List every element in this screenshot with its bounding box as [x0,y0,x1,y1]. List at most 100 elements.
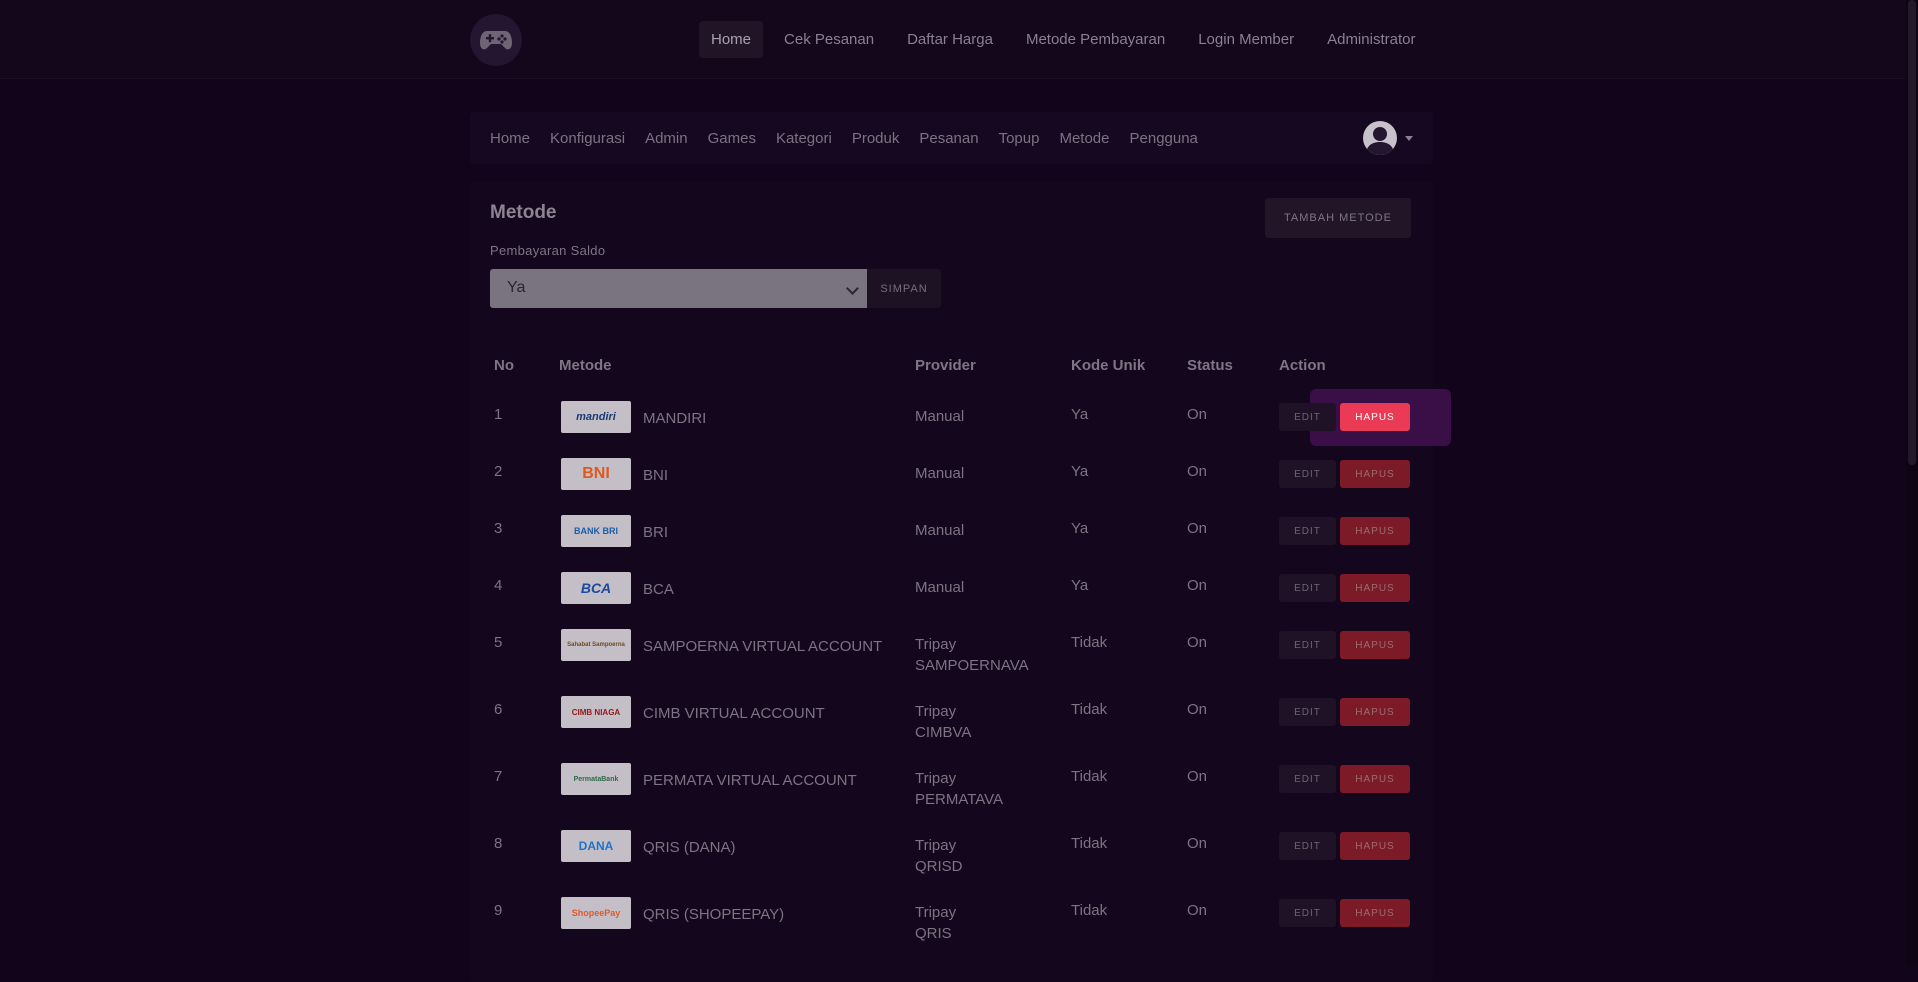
page-scrollbar[interactable] [1906,0,1918,965]
cimb-logo: CIMB NIAGA [561,696,631,728]
subnav-pengguna[interactable]: Pengguna [1120,130,1208,147]
row-method-name: QRIS (SHOPEEPAY) [643,906,785,923]
provider-name: Tripay [915,904,957,921]
edit-button[interactable]: EDIT [1279,899,1336,927]
row-provider: Manual [915,520,964,541]
sampoerna-logo: Sahabat Sampoerna [561,629,631,661]
site-logo[interactable] [470,14,522,66]
row-kode-unik: Ya [1071,463,1089,480]
provider-code: QRIS [915,925,952,942]
row-provider: Tripay QRISD [915,835,963,877]
user-menu[interactable] [1363,121,1413,155]
row-kode-unik: Tidak [1071,634,1108,651]
row-provider: Tripay CIMBVA [915,701,971,743]
row-provider: Tripay SAMPOERNAVA [915,634,1029,676]
row-status: On [1187,902,1208,919]
row-kode-unik: Tidak [1071,835,1108,852]
subnav-konfigurasi[interactable]: Konfigurasi [540,130,635,147]
shopeepay-logo: ShopeePay [561,897,631,929]
saldo-label: Pembayaran Saldo [490,243,606,258]
subnav-produk[interactable]: Produk [842,130,910,147]
nav-login-member[interactable]: Login Member [1186,21,1306,58]
edit-button[interactable]: EDIT [1279,698,1336,726]
row-method-name: QRIS (DANA) [643,839,736,856]
hapus-button[interactable]: HAPUS [1340,574,1410,602]
nav-administrator[interactable]: Administrator [1315,21,1427,58]
hapus-button[interactable]: HAPUS [1340,631,1410,659]
nav-metode-pembayaran[interactable]: Metode Pembayaran [1014,21,1177,58]
hapus-button[interactable]: HAPUS [1340,517,1410,545]
page-title: Metode [490,202,557,223]
row-method-name: SAMPOERNA VIRTUAL ACCOUNT [643,638,883,655]
edit-button[interactable]: EDIT [1279,460,1336,488]
dana-logo: DANA [561,830,631,862]
hapus-button[interactable]: HAPUS [1340,460,1410,488]
edit-button[interactable]: EDIT [1279,574,1336,602]
row-status: On [1187,634,1208,651]
row-method-name: BCA [643,581,674,598]
subnav-pesanan[interactable]: Pesanan [909,130,988,147]
provider-code: SAMPOERNAVA [915,657,1029,674]
provider-name: Manual [915,579,965,596]
provider-name: Manual [915,522,965,539]
row-kode-unik: Tidak [1071,701,1108,718]
provider-name: Tripay [915,703,957,720]
hapus-button[interactable]: HAPUS [1340,403,1410,431]
provider-name: Manual [915,465,965,482]
edit-button[interactable]: EDIT [1279,765,1336,793]
header-kode-unik: Kode Unik [1071,357,1146,374]
chevron-down-icon [846,282,859,295]
row-method-name: CIMB VIRTUAL ACCOUNT [643,705,825,722]
row-kode-unik: Ya [1071,520,1089,537]
row-status: On [1187,701,1208,718]
edit-button[interactable]: EDIT [1279,832,1336,860]
simpan-button[interactable]: SIMPAN [867,269,941,308]
hapus-button[interactable]: HAPUS [1340,698,1410,726]
row-status: On [1187,520,1208,537]
edit-button[interactable]: EDIT [1279,631,1336,659]
row-no: 4 [494,577,503,594]
provider-name: Tripay [915,770,957,787]
edit-button[interactable]: EDIT [1279,517,1336,545]
row-kode-unik: Ya [1071,406,1089,423]
mandiri-logo: mandiri [561,401,631,433]
row-method-name: BNI [643,467,669,484]
row-method-name: PERMATA VIRTUAL ACCOUNT [643,772,857,789]
table-header: No Metode Provider Kode Unik Status Acti… [470,357,1433,377]
admin-subnav-links: Home Konfigurasi Admin Games Kategori Pr… [480,112,1208,164]
saldo-select[interactable]: Ya [490,269,867,308]
provider-name: Manual [915,408,965,425]
row-provider: Tripay QRIS [915,902,956,944]
bri-logo: BANK BRI [561,515,631,547]
nav-home[interactable]: Home [699,20,764,58]
row-kode-unik: Ya [1071,577,1089,594]
scrollbar-thumb[interactable] [1908,0,1916,465]
subnav-admin[interactable]: Admin [635,130,698,147]
hapus-button[interactable]: HAPUS [1340,765,1410,793]
nav-daftar-harga[interactable]: Daftar Harga [895,21,1005,58]
hapus-button[interactable]: HAPUS [1340,899,1410,927]
row-no: 3 [494,520,503,537]
row-no: 1 [494,406,503,423]
subnav-games[interactable]: Games [698,130,766,147]
subnav-kategori[interactable]: Kategori [766,130,842,147]
row-kode-unik: Tidak [1071,768,1108,785]
user-icon [1366,127,1394,155]
row-no: 8 [494,835,503,852]
row-no: 7 [494,768,503,785]
edit-button[interactable]: EDIT [1279,403,1336,431]
subnav-metode[interactable]: Metode [1049,130,1119,147]
subnav-topup[interactable]: Topup [989,130,1050,147]
row-no: 5 [494,634,503,651]
subnav-home[interactable]: Home [480,130,540,147]
top-navbar: Home Cek Pesanan Daftar Harga Metode Pem… [0,0,1906,79]
nav-cek-pesanan[interactable]: Cek Pesanan [772,21,886,58]
row-provider: Manual [915,577,964,598]
bca-logo: BCA [561,572,631,604]
tambah-metode-button[interactable]: TAMBAH METODE [1265,198,1411,238]
provider-name: Tripay [915,837,957,854]
hapus-button[interactable]: HAPUS [1340,832,1410,860]
provider-code: QRISD [915,858,963,875]
chevron-down-icon [1405,135,1413,141]
header-no: No [494,357,514,374]
